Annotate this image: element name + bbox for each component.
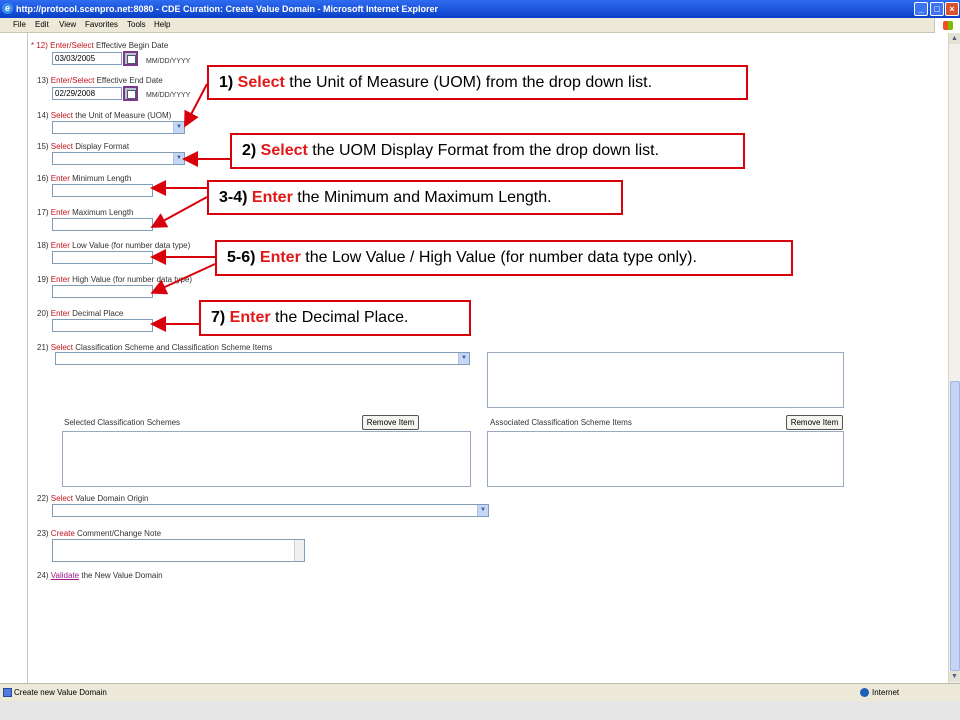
field-24-label: 24) Validate the New Value Domain	[37, 571, 163, 580]
minimize-button[interactable]: _	[914, 2, 928, 16]
callout-3-4: 3-4) Enter the Minimum and Maximum Lengt…	[207, 180, 623, 215]
windows-logo-icon	[934, 18, 960, 33]
decimal-place-input[interactable]	[52, 319, 153, 332]
status-text: Create new Value Domain	[14, 688, 107, 697]
remove-item-button[interactable]: Remove Item	[786, 415, 843, 430]
date-format-hint: MM/DD/YYYY	[146, 58, 191, 65]
globe-icon	[860, 688, 869, 697]
field-14-label: 14) Select the Unit of Measure (UOM)	[37, 111, 172, 120]
comment-textarea[interactable]	[52, 539, 305, 562]
display-format-select[interactable]: ▼	[52, 152, 185, 165]
associated-items-label: Associated Classification Scheme Items	[490, 418, 632, 427]
effective-end-date-input[interactable]: 02/29/2008	[52, 87, 122, 100]
low-value-input[interactable]	[52, 251, 153, 264]
maximize-button[interactable]: □	[930, 2, 944, 16]
chevron-down-icon[interactable]: ▼	[173, 122, 184, 133]
menu-edit[interactable]: Edit	[35, 20, 49, 29]
selected-schemes-list[interactable]	[62, 431, 471, 487]
chevron-down-icon[interactable]: ▼	[477, 505, 488, 516]
callout-7: 7) Enter the Decimal Place.	[199, 300, 471, 336]
content-divider	[27, 33, 28, 683]
field-13-label: 13) Enter/Select Effective End Date	[37, 76, 163, 85]
textarea-scrollbar[interactable]	[294, 540, 304, 561]
field-12-label: * 12) Enter/Select Effective Begin Date	[31, 41, 169, 50]
security-zone: Internet	[872, 688, 900, 697]
status-bar: Create new Value Domain Internet	[0, 683, 960, 701]
field-18-label: 18) Enter Low Value (for number data typ…	[37, 241, 191, 250]
field-17-label: 17) Enter Maximum Length	[37, 208, 134, 217]
field-23-label: 23) Create Comment/Change Note	[37, 529, 162, 538]
validate-link[interactable]: Validate	[51, 571, 79, 580]
window-titlebar: e http://protocol.scenpro.net:8080 - CDE…	[0, 0, 960, 18]
taskbar-strip	[0, 701, 960, 720]
menu-view[interactable]: View	[59, 20, 76, 29]
value-domain-origin-select[interactable]: ▼	[52, 504, 489, 517]
menu-file[interactable]: File	[13, 20, 26, 29]
classification-items-list[interactable]	[487, 352, 844, 408]
vertical-scrollbar[interactable]: ▲ ▼	[948, 33, 960, 683]
calendar-icon[interactable]	[123, 51, 138, 66]
selected-schemes-label: Selected Classification Schemes	[64, 418, 181, 427]
menu-favorites[interactable]: Favorites	[85, 20, 118, 29]
menu-help[interactable]: Help	[154, 20, 170, 29]
date-format-hint: MM/DD/YYYY	[146, 92, 191, 99]
field-15-label: 15) Select Display Format	[37, 142, 130, 151]
high-value-input[interactable]	[52, 285, 153, 298]
field-22-label: 22) Select Value Domain Origin	[37, 494, 149, 503]
callout-1: 1) Select the Unit of Measure (UOM) from…	[207, 65, 748, 100]
menu-bar: File Edit View Favorites Tools Help	[0, 18, 960, 33]
effective-begin-date-input[interactable]: 03/03/2005	[52, 52, 122, 65]
minimum-length-input[interactable]	[52, 184, 153, 197]
field-20-label: 20) Enter Decimal Place	[37, 309, 124, 318]
field-21-label: 21) Select Classification Scheme and Cla…	[37, 343, 273, 352]
scroll-up-arrow-icon[interactable]: ▲	[949, 33, 960, 44]
scrollbar-thumb[interactable]	[950, 381, 960, 671]
classification-scheme-select[interactable]: ▼	[55, 352, 470, 365]
internet-explorer-icon: e	[2, 3, 13, 14]
uom-select[interactable]: ▼	[52, 121, 185, 134]
calendar-icon[interactable]	[123, 86, 138, 101]
field-16-label: 16) Enter Minimum Length	[37, 174, 132, 183]
callout-5-6: 5-6) Enter the Low Value / High Value (f…	[215, 240, 793, 276]
chevron-down-icon[interactable]: ▼	[458, 353, 469, 364]
scroll-down-arrow-icon[interactable]: ▼	[949, 671, 960, 682]
close-button[interactable]: ×	[945, 2, 959, 16]
chevron-down-icon[interactable]: ▼	[173, 153, 184, 164]
remove-scheme-button[interactable]: Remove Item	[362, 415, 419, 430]
menu-tools[interactable]: Tools	[127, 20, 146, 29]
page-icon	[3, 688, 12, 697]
field-19-label: 19) Enter High Value (for number data ty…	[37, 275, 193, 284]
associated-items-list[interactable]	[487, 431, 844, 487]
window-title: http://protocol.scenpro.net:8080 - CDE C…	[16, 4, 439, 14]
maximum-length-input[interactable]	[52, 218, 153, 231]
callout-2: 2) Select the UOM Display Format from th…	[230, 133, 745, 169]
